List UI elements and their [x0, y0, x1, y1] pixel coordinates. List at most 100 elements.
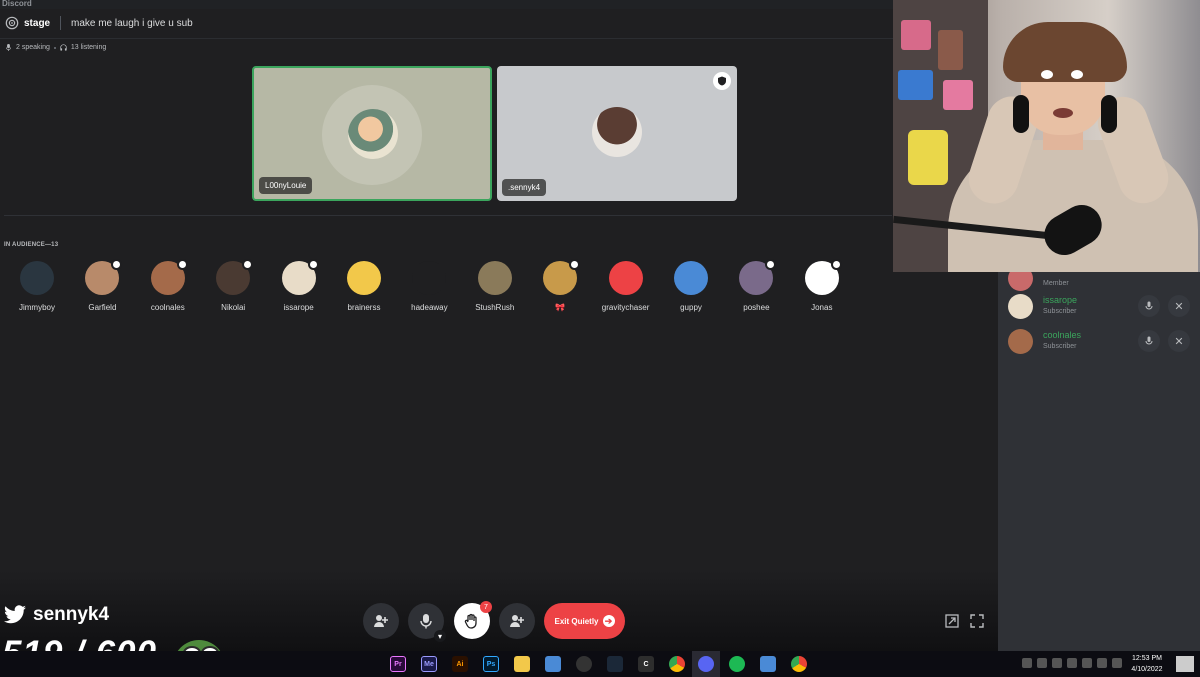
- speaker-tile[interactable]: L00nyLouie: [252, 66, 492, 201]
- webcam-plush: [908, 130, 948, 185]
- audience-member[interactable]: Nikolai: [203, 259, 263, 312]
- avatar: [281, 259, 319, 295]
- steam-icon[interactable]: [607, 656, 623, 672]
- audience-member-name: issarope: [283, 303, 314, 312]
- microphone-icon[interactable]: [1082, 658, 1092, 668]
- stage-channel-name: stage: [24, 18, 51, 29]
- request-row: coolnales Subscriber ✕: [1008, 327, 1193, 357]
- system-tray[interactable]: [1022, 658, 1122, 668]
- audience-member[interactable]: gravitychaser: [596, 261, 656, 312]
- photoshop-icon[interactable]: Ps: [483, 656, 499, 672]
- audience-member[interactable]: StushRush: [465, 261, 525, 312]
- audience-member[interactable]: Jonas: [792, 259, 852, 312]
- clock-time: 12:53 PM: [1132, 655, 1162, 662]
- headphones-icon: [1013, 95, 1029, 133]
- audience-member-name: StushRush: [475, 303, 515, 312]
- audience-member-name: Jimmyboy: [18, 303, 55, 312]
- webcam-hair: [1003, 22, 1127, 82]
- hand-request-badge: 7: [480, 601, 492, 613]
- audience-member[interactable]: 🎀: [530, 259, 590, 312]
- audience-member-name: coolnales: [150, 303, 185, 312]
- audience-member[interactable]: poshee: [726, 259, 786, 312]
- header-divider: [60, 16, 61, 30]
- notifications-icon[interactable]: [1176, 656, 1194, 672]
- subscriber-badge-icon: [569, 259, 581, 270]
- avatar: [477, 261, 512, 295]
- exit-quietly-button[interactable]: Exit Quietly ➔: [544, 603, 625, 639]
- subscriber-badge-icon: [307, 259, 319, 270]
- speaker-tile[interactable]: .sennyk4: [497, 66, 737, 201]
- stage-view: stage make me laugh i give u sub 2 speak…: [0, 9, 998, 651]
- subscriber-badge-icon: [830, 259, 842, 270]
- illustrator-icon[interactable]: Ai: [452, 656, 468, 672]
- speaker-requests-panel: Member issarope Subscriber ✕ coolnales S…: [998, 266, 1200, 651]
- avatar: [20, 261, 54, 295]
- avatar: [674, 261, 708, 295]
- audience-member-name: Nikolai: [221, 303, 246, 312]
- fullscreen-icon[interactable]: [970, 614, 984, 628]
- avatar: [739, 259, 777, 295]
- media-encoder-icon[interactable]: Me: [421, 656, 437, 672]
- microphone-icon: [1145, 301, 1153, 310]
- dismiss-request-button[interactable]: ✕: [1168, 295, 1190, 317]
- avatar: [150, 259, 188, 295]
- store-icon[interactable]: [545, 656, 561, 672]
- stage-topic: make me laugh i give u sub: [71, 18, 193, 29]
- taskbar-clock[interactable]: 12:53 PM 4/10/2022: [1128, 653, 1166, 675]
- listening-count: 13 listening: [70, 44, 107, 51]
- audience-member[interactable]: Jimmyboy: [7, 261, 67, 312]
- subscriber-badge-icon: [111, 259, 123, 270]
- tray-app-icon[interactable]: [1052, 658, 1062, 668]
- audience-member-name: Garfield: [88, 303, 117, 312]
- spotify-icon[interactable]: [729, 656, 745, 672]
- webcam-eye: [1041, 70, 1053, 79]
- hand-icon: [464, 613, 477, 629]
- obs-icon[interactable]: [576, 656, 592, 672]
- audience-member[interactable]: hadeaway: [399, 261, 459, 312]
- discord-icon[interactable]: [698, 656, 714, 672]
- headphones-icon: [1101, 95, 1117, 133]
- audience-member-name: hadeaway: [411, 303, 448, 312]
- audience-member-name: 🎀: [555, 303, 566, 312]
- audience-member[interactable]: Garfield: [72, 259, 132, 312]
- twitter-handle: sennyk4: [3, 604, 109, 626]
- add-person-icon: [510, 615, 524, 627]
- raise-hand-button[interactable]: 7: [454, 601, 492, 639]
- invite-button[interactable]: [363, 603, 399, 639]
- speaker-avatar: [348, 109, 398, 159]
- streamer-webcam: [893, 0, 1200, 272]
- audience-member-name: Jonas: [811, 303, 833, 312]
- microphone-button[interactable]: ▾: [408, 603, 446, 642]
- subscriber-badge-icon: [242, 259, 254, 270]
- audience-member[interactable]: brainerss: [334, 261, 394, 312]
- invite-to-speak-button[interactable]: [1138, 330, 1160, 352]
- avatar: [608, 261, 643, 295]
- headphones-icon: [60, 44, 67, 51]
- app-c-icon[interactable]: C: [638, 656, 654, 672]
- invite-to-speak-button[interactable]: [1138, 295, 1160, 317]
- chevron-down-icon[interactable]: ▾: [434, 630, 446, 642]
- popout-icon[interactable]: [945, 614, 959, 628]
- dismiss-request-button[interactable]: ✕: [1168, 330, 1190, 352]
- moderator-badge-icon: [713, 72, 731, 90]
- microphone-icon: [420, 614, 432, 629]
- invite-speaker-button[interactable]: [499, 603, 535, 639]
- speaker-name: .sennyk4: [502, 179, 547, 196]
- app-icon[interactable]: [760, 656, 776, 672]
- audience-member[interactable]: guppy: [661, 261, 721, 312]
- premiere-icon[interactable]: Pr: [390, 656, 406, 672]
- audience-member[interactable]: coolnales: [138, 259, 198, 312]
- avatar: [1008, 329, 1033, 354]
- audience-member[interactable]: issarope: [269, 259, 329, 312]
- network-icon[interactable]: [1097, 658, 1107, 668]
- stage-channel-icon: [5, 16, 19, 30]
- volume-icon[interactable]: [1112, 658, 1122, 668]
- file-explorer-icon[interactable]: [514, 656, 530, 672]
- request-name: issarope: [1043, 295, 1078, 305]
- chevron-up-icon[interactable]: [1022, 658, 1032, 668]
- request-role: Member: [1043, 280, 1069, 287]
- tray-app-icon[interactable]: [1037, 658, 1047, 668]
- chrome-icon[interactable]: [791, 656, 807, 672]
- chrome-icon[interactable]: [669, 656, 685, 672]
- cloud-icon[interactable]: [1067, 658, 1077, 668]
